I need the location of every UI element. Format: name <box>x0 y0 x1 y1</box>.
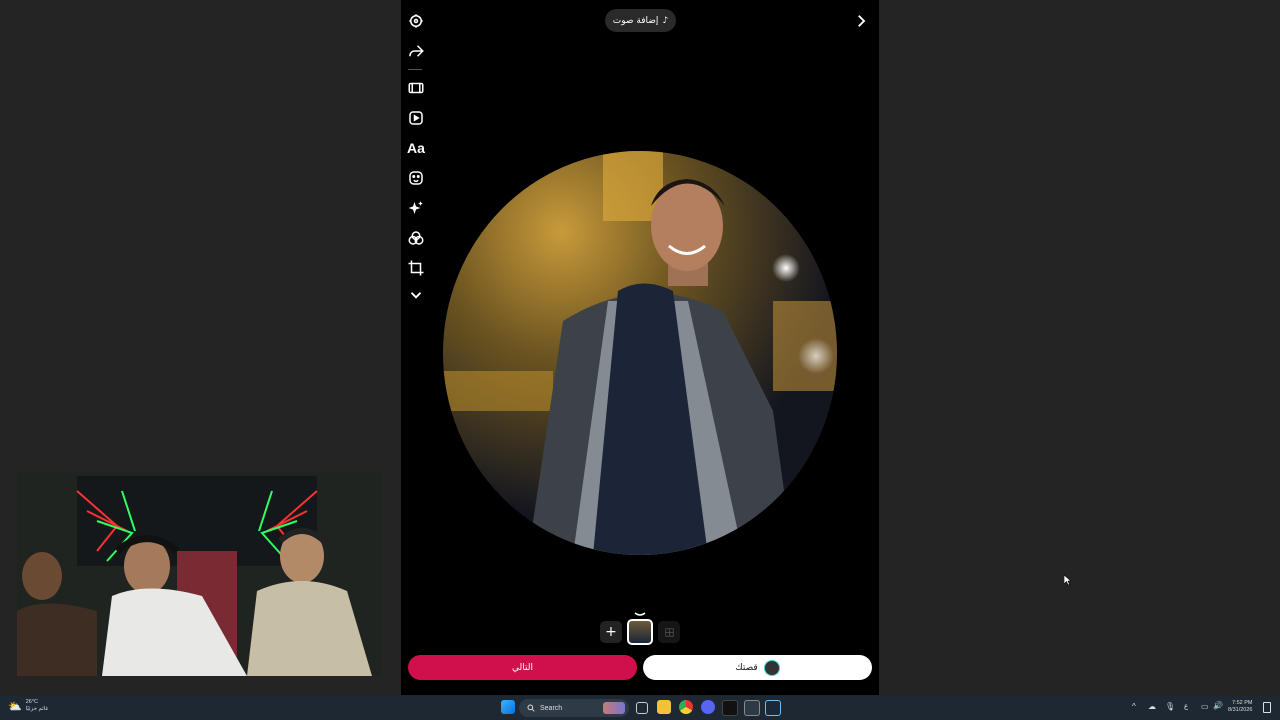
clock-time: 7:52 PM <box>1231 700 1253 706</box>
chevron-right-icon[interactable] <box>852 12 870 30</box>
more-chevron-icon[interactable] <box>405 284 427 306</box>
clock-date: 8/31/2026 <box>1228 707 1253 713</box>
steam-icon[interactable] <box>765 700 781 716</box>
notification-icon[interactable] <box>1263 702 1271 713</box>
search-placeholder: Search <box>540 704 563 712</box>
next-button[interactable]: التالي <box>408 655 637 680</box>
search-highlight-image <box>603 702 625 714</box>
next-button-label: التالي <box>512 662 533 673</box>
add-media-button[interactable]: + <box>600 621 622 643</box>
toolbar-divider <box>408 69 422 70</box>
webcam-overlay <box>17 471 381 676</box>
chrome-icon[interactable] <box>679 700 693 714</box>
effects-sparkle-icon[interactable] <box>405 197 427 219</box>
reel-frame-icon[interactable] <box>405 77 427 99</box>
weather-temp: 26°C <box>25 699 38 705</box>
tray-network-icon[interactable]: ▭ <box>1201 702 1209 711</box>
tray-cloud-icon[interactable]: ☁ <box>1148 702 1156 711</box>
crop-icon[interactable] <box>405 257 427 279</box>
text-tool-button[interactable]: Aa <box>405 137 427 159</box>
task-view-icon[interactable] <box>636 702 648 714</box>
your-story-label: قصتك <box>735 662 758 673</box>
mouse-cursor <box>1063 571 1072 590</box>
media-thumbnail-selected[interactable] <box>627 619 653 645</box>
tray-speaker-icon[interactable]: 🔊 <box>1213 701 1223 710</box>
sticker-icon[interactable] <box>405 167 427 189</box>
tray-mic-icon[interactable]: 🎙 <box>1165 702 1175 711</box>
tray-language[interactable]: ع <box>1184 702 1188 710</box>
file-explorer-icon[interactable] <box>657 700 671 714</box>
xbox-app-icon[interactable] <box>744 700 760 716</box>
music-note-icon: ♪ <box>662 15 669 26</box>
weather-widget[interactable]: ⛅ 26°C غائم جزئيًا <box>8 699 48 713</box>
search-icon <box>527 704 535 712</box>
settings-icon[interactable] <box>405 10 427 32</box>
windows-start-icon[interactable] <box>501 700 515 714</box>
your-story-button[interactable]: قصتك <box>643 655 872 680</box>
layout-grid-icon[interactable] <box>658 621 680 643</box>
share-icon[interactable] <box>405 40 427 62</box>
collapse-handle-icon[interactable] <box>634 604 646 616</box>
app-icon-dark[interactable] <box>722 700 738 716</box>
weather-desc: غائم جزئيًا <box>25 706 49 712</box>
windows-taskbar: ⛅ 26°C غائم جزئيًا Search ^ ☁ 🎙 ع ▭ 🔊 7:… <box>0 696 1280 720</box>
taskbar-search[interactable]: Search <box>519 699 629 717</box>
discord-icon[interactable] <box>701 700 715 714</box>
story-photo <box>443 151 837 555</box>
avatar <box>763 659 780 676</box>
tray-chevron-icon[interactable]: ^ <box>1132 702 1136 711</box>
clip-icon[interactable] <box>405 107 427 129</box>
weather-cloud-icon: ⛅ <box>8 700 22 713</box>
add-audio-button[interactable]: إضافة صوت ♪ <box>605 9 676 32</box>
filters-icon[interactable] <box>405 227 427 249</box>
tray-clock[interactable]: 7:52 PM 8/31/2026 <box>1228 700 1252 714</box>
add-audio-label: إضافة صوت <box>612 15 659 26</box>
